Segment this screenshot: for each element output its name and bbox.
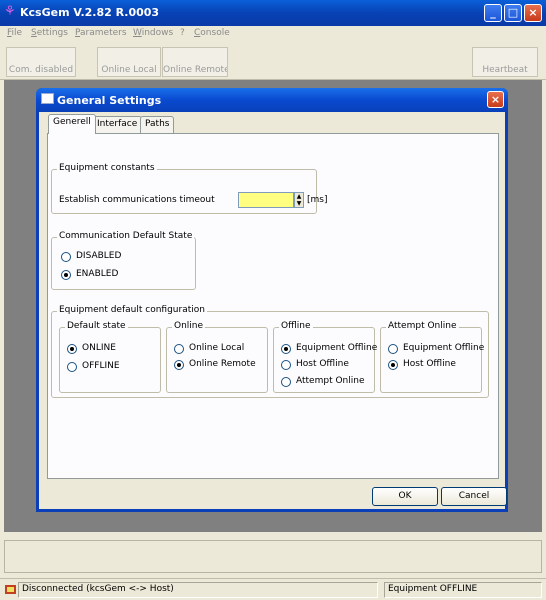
radio-disabled-label: DISABLED xyxy=(76,251,122,261)
menu-help[interactable]: ? xyxy=(180,28,185,38)
radio-host-offline-label: Host Offline xyxy=(296,359,349,369)
maximize-button[interactable]: □ xyxy=(504,4,522,22)
title-bar: ⚘ KcsGem V.2.82 R.0003 _ □ × xyxy=(0,0,546,26)
comm-default-state-group: Communication Default State DISABLED ENA… xyxy=(51,231,196,290)
equipment-constants-group: Equipment constants Establish communicat… xyxy=(51,163,327,214)
radio-enabled-label: ENABLED xyxy=(76,269,119,279)
radio-online-remote-indicator[interactable] xyxy=(174,360,184,370)
disconnected-icon xyxy=(5,585,16,594)
toolbar: Com. disabled Online Local Online Remote… xyxy=(0,43,546,80)
equipment-default-config-group: Equipment default configuration Default … xyxy=(51,305,489,398)
dialog-body: Generell Interface Paths Equipment const… xyxy=(39,112,507,509)
menu-windows[interactable]: Windows xyxy=(133,28,173,38)
window-icon xyxy=(41,93,54,104)
radio-ao-host-offline-indicator[interactable] xyxy=(388,360,398,370)
radio-offline-label: OFFLINE xyxy=(82,361,120,371)
offline-legend: Offline xyxy=(279,321,313,331)
timeout-input[interactable] xyxy=(238,192,294,208)
attempt-online-legend: Attempt Online xyxy=(386,321,459,331)
equipment-status: Equipment OFFLINE xyxy=(384,582,542,598)
cancel-button[interactable]: Cancel xyxy=(441,487,507,506)
radio-enabled-indicator[interactable] xyxy=(61,270,71,280)
menu-console[interactable]: Console xyxy=(194,28,230,38)
online-group: Online Online Local Online Remote xyxy=(166,321,268,393)
default-state-group: Default state ONLINE OFFLINE xyxy=(59,321,161,393)
online-remote-button[interactable]: Online Remote xyxy=(162,47,228,77)
radio-host-offline-indicator[interactable] xyxy=(281,360,291,370)
dialog-title-bar: General Settings × xyxy=(36,88,508,112)
radio-offline-indicator[interactable] xyxy=(67,362,77,372)
heartbeat-button[interactable]: Heartbeat xyxy=(472,47,538,77)
radio-equipment-offline-label: Equipment Offline xyxy=(296,343,378,353)
timeout-label: Establish communications timeout xyxy=(59,195,215,205)
default-state-legend: Default state xyxy=(65,321,128,331)
radio-online-label: ONLINE xyxy=(82,343,116,353)
online-legend: Online xyxy=(172,321,206,331)
tab-generell[interactable]: Generell xyxy=(48,114,96,134)
status-bar: Disconnected (kcsGem <-> Host) Equipment… xyxy=(0,578,546,600)
attempt-online-group: Attempt Online Equipment Offline Host Of… xyxy=(380,321,485,393)
radio-online-local-label: Online Local xyxy=(189,343,245,353)
close-button[interactable]: × xyxy=(524,4,542,22)
connection-status: Disconnected (kcsGem <-> Host) xyxy=(18,582,378,598)
radio-disabled-indicator[interactable] xyxy=(61,252,71,262)
menu-settings[interactable]: Settings xyxy=(31,28,68,38)
dialog-title: General Settings xyxy=(57,94,162,107)
app-icon: ⚘ xyxy=(4,4,16,19)
radio-equipment-offline-indicator[interactable] xyxy=(281,344,291,354)
radio-attempt-online-label: Attempt Online xyxy=(296,376,365,386)
offline-group: Offline Equipment Offline Host Offline A… xyxy=(273,321,378,393)
dialog-close-button[interactable]: × xyxy=(487,91,504,108)
menu-bar: File Settings Parameters Windows ? Conso… xyxy=(0,26,546,43)
ok-button[interactable]: OK xyxy=(372,487,438,506)
timeout-unit: [ms] xyxy=(307,195,328,205)
com-disabled-button[interactable]: Com. disabled xyxy=(6,47,76,77)
radio-attempt-online-indicator[interactable] xyxy=(281,377,291,387)
bottom-panel xyxy=(4,540,542,573)
radio-ao-host-offline-label: Host Offline xyxy=(403,359,456,369)
online-local-button[interactable]: Online Local xyxy=(97,47,161,77)
timeout-spinner[interactable]: ▲ ▼ xyxy=(294,192,304,208)
radio-online-local-indicator[interactable] xyxy=(174,344,184,354)
radio-ao-equipment-offline-label: Equipment Offline xyxy=(403,343,485,353)
menu-file[interactable]: File xyxy=(7,28,22,38)
radio-online-indicator[interactable] xyxy=(67,344,77,354)
radio-ao-equipment-offline-indicator[interactable] xyxy=(388,344,398,354)
app-title: KcsGem V.2.82 R.0003 xyxy=(20,6,160,19)
comm-default-state-legend: Communication Default State xyxy=(57,231,195,241)
tab-interface[interactable]: Interface xyxy=(92,116,143,133)
menu-parameters[interactable]: Parameters xyxy=(75,28,127,38)
tab-paths[interactable]: Paths xyxy=(140,116,175,133)
equipment-default-config-legend: Equipment default configuration xyxy=(57,305,207,315)
radio-online-remote-label: Online Remote xyxy=(189,359,256,369)
equipment-constants-legend: Equipment constants xyxy=(57,163,157,173)
general-settings-dialog: General Settings × Generell Interface Pa… xyxy=(36,88,508,512)
tab-panel-generell: Equipment constants Establish communicat… xyxy=(47,133,499,479)
minimize-button[interactable]: _ xyxy=(484,4,502,22)
